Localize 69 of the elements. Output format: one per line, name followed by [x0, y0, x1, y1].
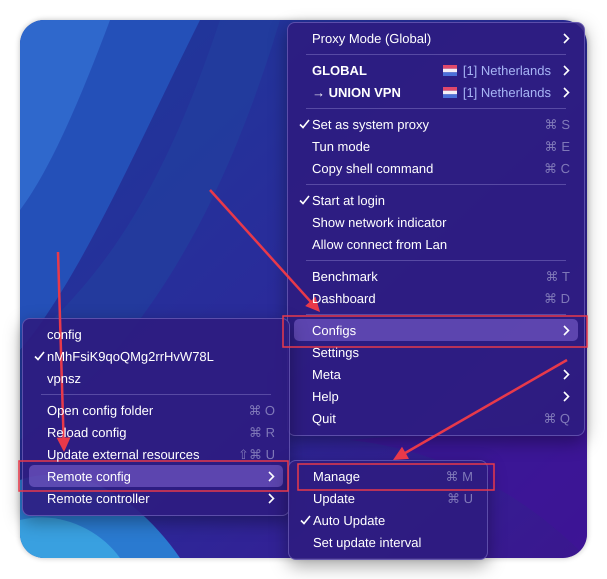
menu-item[interactable]: Meta [294, 363, 578, 385]
menu-item[interactable]: Remote controller [29, 487, 283, 509]
keyboard-shortcut: ⌘ C [544, 160, 570, 176]
menu-item-label: Meta [312, 366, 342, 382]
menu-item-label: Start at login [312, 192, 386, 208]
menu-item[interactable]: Start at login [294, 189, 578, 211]
menu-item-label: Quit [312, 410, 337, 426]
menu-item[interactable]: Help [294, 385, 578, 407]
menu-item[interactable]: Set update interval [295, 531, 481, 553]
chevron-icon [563, 86, 570, 98]
menu-item[interactable]: Manage ⌘ M [295, 465, 481, 487]
keyboard-shortcut: ⇧⌘ U [238, 446, 275, 462]
chevron-icon [563, 390, 570, 402]
menu-item[interactable]: Tun mode ⌘ E [294, 135, 578, 157]
chevron-icon [563, 32, 570, 44]
menu-item-label: Help [312, 388, 340, 404]
menu-item-label: Update external resources [47, 446, 200, 462]
menu-item-label: Proxy Mode (Global) [312, 30, 432, 46]
menu-item-detail: [1] Netherlands [462, 62, 551, 78]
keyboard-shortcut: ⌘ S [544, 116, 570, 132]
menu-item-label: Tun mode [312, 138, 372, 154]
keyboard-shortcut: ⌘ U [447, 490, 473, 506]
keyboard-shortcut: ⌘ D [544, 290, 570, 306]
keyboard-shortcut: ⌘ R [249, 424, 275, 440]
menu-item-label: Allow connect from Lan [312, 236, 448, 252]
menu-item-label: GLOBAL [312, 62, 368, 78]
keyboard-shortcut: ⌘ E [544, 138, 570, 154]
menu-item-label: Benchmark [312, 268, 379, 284]
menu-item-detail: [1] Netherlands [462, 84, 551, 100]
keyboard-shortcut: ⌘ T [546, 268, 570, 284]
menu-item-label: Copy shell command [312, 160, 434, 176]
menu-item-label: Dashboard [312, 290, 377, 306]
menu-item-label: Show network indicator [312, 214, 448, 230]
menu-item[interactable]: GLOBAL [1] Netherlands [294, 59, 578, 81]
menu-item[interactable]: Quit ⌘ Q [294, 407, 578, 429]
menu-item[interactable]: Copy shell command ⌘ C [294, 157, 578, 179]
menu-item[interactable]: → UNION VPN [1] Netherlands [294, 81, 578, 103]
menu-item[interactable]: Auto Update [295, 509, 481, 531]
menu-item-label: Remote controller [47, 490, 151, 506]
chevron-icon [563, 64, 570, 76]
menu-item[interactable]: Set as system proxy ⌘ S [294, 113, 578, 135]
menu-item[interactable]: Update external resources ⇧⌘ U [29, 443, 283, 465]
menu-item[interactable]: Configs [294, 319, 578, 341]
menu-item-label: Set as system proxy [312, 116, 430, 132]
menu-item-label: → UNION VPN [312, 84, 402, 100]
keyboard-shortcut: ⌘ Q [543, 410, 570, 426]
netherlands-flag-icon [442, 64, 457, 76]
menu-item[interactable]: Allow connect from Lan [294, 233, 578, 255]
menu-item[interactable]: Show network indicator [294, 211, 578, 233]
menu-item[interactable]: Remote config [29, 465, 283, 487]
menu-item-label: Set update interval [313, 534, 422, 550]
menu-item[interactable]: Dashboard ⌘ D [294, 287, 578, 309]
menu-item-label: Configs [312, 322, 358, 338]
menu-item-label: Update [313, 490, 356, 506]
menu-item[interactable]: Settings [294, 341, 578, 363]
chevron-icon [563, 368, 570, 380]
menu-item[interactable]: Proxy Mode (Global) [294, 27, 578, 49]
menu-item-label: Manage [313, 468, 361, 484]
chevron-icon [268, 470, 275, 482]
chevron-icon [563, 324, 570, 336]
menu-item-label: Settings [312, 344, 360, 360]
menu-item[interactable]: Benchmark ⌘ T [294, 265, 578, 287]
menu-item-label: Remote config [47, 468, 132, 484]
keyboard-shortcut: ⌘ M [446, 468, 473, 484]
netherlands-flag-icon [442, 86, 457, 98]
keyboard-shortcut: ⌘ O [248, 402, 275, 418]
menu-item[interactable]: Update ⌘ U [295, 487, 481, 509]
menu-item-label: Auto Update [313, 512, 386, 528]
chevron-icon [268, 492, 275, 504]
